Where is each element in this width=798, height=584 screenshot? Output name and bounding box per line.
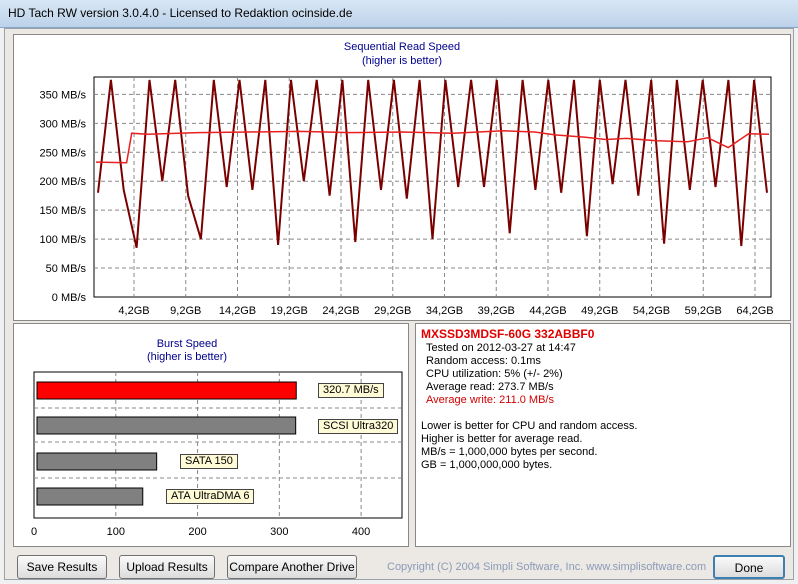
- drive-name: MXSSD3MDSF-60G 332ABBF0: [421, 327, 595, 341]
- window-title: HD Tach RW version 3.0.4.0 - Licensed to…: [8, 6, 353, 20]
- burst-bar-label: 320.7 MB/s: [318, 383, 384, 398]
- x-tick-label: 49,2GB: [581, 305, 618, 317]
- note-line: MB/s = 1,000,000 bytes per second.: [421, 446, 598, 458]
- x-tick-label: 29,2GB: [374, 305, 411, 317]
- tested-date: Tested on 2012-03-27 at 14:47: [426, 342, 576, 354]
- cpu-utilization: CPU utilization: 5% (+/- 2%): [426, 368, 563, 380]
- burst-bar: [36, 381, 297, 400]
- y-tick-label: 200 MB/s: [40, 176, 87, 188]
- note-line: GB = 1,000,000,000 bytes.: [421, 459, 553, 471]
- y-tick-label: 0 MB/s: [52, 292, 87, 304]
- burst-bar: [36, 416, 297, 435]
- main-window: 0 MB/s 50 MB/s 100 MB/s 150 MB/s 200 MB/s 250…: [4, 28, 794, 580]
- title-bar: HD Tach RW version 3.0.4.0 - Licensed to…: [0, 0, 798, 28]
- burst-chart-title: Burst Speed: [156, 338, 218, 350]
- y-tick-label: 50 MB/s: [46, 263, 87, 275]
- burst-bar: [36, 452, 158, 471]
- burst-bar: [36, 487, 144, 506]
- save-results-button[interactable]: Save Results: [17, 555, 107, 579]
- burst-x-tick-label: 300: [270, 526, 288, 538]
- sequential-chart-svg: 0 MB/s 50 MB/s 100 MB/s 150 MB/s 200 MB/s 250…: [40, 76, 774, 317]
- y-tick-label: 150 MB/s: [40, 205, 87, 217]
- sequential-read-chart: 0 MB/s 50 MB/s 100 MB/s 150 MB/s 200 MB/s 250…: [13, 34, 791, 321]
- done-button[interactable]: Done: [713, 555, 785, 579]
- burst-x-tick-label: 0: [31, 526, 37, 538]
- x-tick-label: 54,2GB: [633, 305, 670, 317]
- results-info-panel: MXSSD3MDSF-60G 332ABBF0 Tested on 2012-0…: [415, 323, 791, 547]
- x-tick-label: 39,2GB: [478, 305, 515, 317]
- sequential-chart-subtitle: (higher is better): [361, 55, 443, 67]
- average-read: Average read: 273.7 MB/s: [426, 381, 554, 393]
- burst-bar-label: SATA 150: [180, 454, 238, 469]
- y-tick-label: 350 MB/s: [40, 89, 87, 101]
- x-tick-label: 4,2GB: [118, 305, 149, 317]
- x-tick-label: 19,2GB: [271, 305, 308, 317]
- x-tick-label: 44,2GB: [529, 305, 566, 317]
- x-tick-label: 24,2GB: [322, 305, 359, 317]
- x-tick-label: 14,2GB: [219, 305, 256, 317]
- y-tick-label: 300 MB/s: [40, 118, 87, 130]
- burst-x-tick-label: 400: [352, 526, 370, 538]
- compare-another-drive-button[interactable]: Compare Another Drive: [227, 555, 357, 579]
- x-tick-label: 59,2GB: [685, 305, 722, 317]
- x-tick-label: 34,2GB: [426, 305, 463, 317]
- burst-x-tick-label: 200: [188, 526, 206, 538]
- upload-results-button[interactable]: Upload Results: [119, 555, 215, 579]
- burst-bar-label: ATA UltraDMA 6: [166, 489, 255, 504]
- random-access: Random access: 0.1ms: [426, 355, 541, 367]
- copyright-text: Copyright (C) 2004 Simpli Software, Inc.…: [387, 561, 707, 573]
- burst-chart-subtitle: (higher is better): [146, 351, 228, 363]
- x-tick-label: 9,2GB: [170, 305, 201, 317]
- note-line: Lower is better for CPU and random acces…: [421, 420, 638, 432]
- burst-speed-chart: 0 100 200 300 400 Burst Speed (higher is bet…: [13, 323, 409, 547]
- y-tick-label: 100 MB/s: [40, 234, 87, 246]
- burst-x-tick-label: 100: [107, 526, 125, 538]
- y-tick-label: 250 MB/s: [40, 147, 87, 159]
- sequential-chart-title: Sequential Read Speed: [343, 41, 461, 53]
- x-tick-label: 64,2GB: [736, 305, 773, 317]
- note-line: Higher is better for average read.: [421, 433, 583, 445]
- burst-bar-label: SCSI Ultra320: [318, 419, 399, 434]
- average-write: Average write: 211.0 MB/s: [426, 394, 554, 406]
